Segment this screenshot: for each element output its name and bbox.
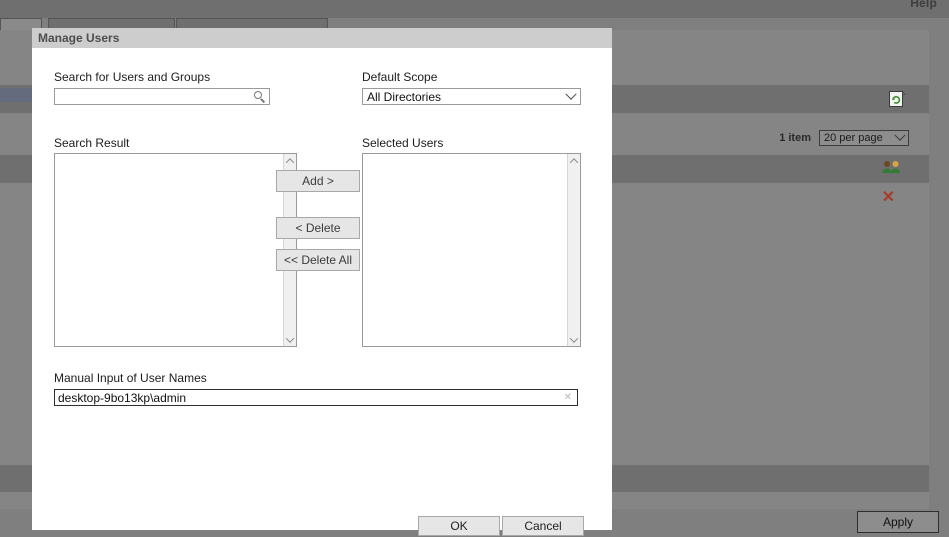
add-button[interactable]: Add > — [276, 170, 360, 192]
manual-input-field[interactable]: desktop-9bo13kp\admin ✕ — [54, 389, 578, 406]
search-input[interactable] — [54, 88, 270, 105]
chevron-down-icon — [565, 88, 577, 100]
clear-x-icon[interactable]: ✕ — [564, 392, 574, 403]
per-page-select[interactable]: 20 per page — [819, 129, 909, 146]
selected-users-listbox[interactable] — [362, 153, 581, 347]
chevron-down-icon — [894, 129, 906, 141]
background-top-bar — [0, 0, 949, 18]
background-selected-row[interactable] — [0, 88, 32, 102]
default-scope-select[interactable]: All Directories — [362, 88, 581, 105]
refresh-document-icon[interactable] — [889, 90, 906, 108]
manual-input-label: Manual Input of User Names — [54, 371, 207, 385]
cancel-button[interactable]: Cancel — [502, 516, 584, 536]
search-result-label: Search Result — [54, 136, 130, 150]
users-icon[interactable] — [881, 160, 903, 174]
search-result-items[interactable] — [55, 154, 283, 346]
item-count-label: 1 item — [779, 132, 811, 144]
selected-users-items[interactable] — [363, 154, 567, 346]
delete-icon[interactable]: ✕ — [882, 190, 895, 206]
dialog-body: Search for Users and Groups Default Scop… — [32, 48, 612, 536]
paging-controls: 1 item 20 per page — [779, 129, 909, 146]
per-page-value: 20 per page — [824, 132, 883, 144]
default-scope-value: All Directories — [367, 89, 442, 104]
ok-button[interactable]: OK — [418, 516, 500, 536]
help-link[interactable]: Help — [910, 0, 937, 10]
scroll-up-icon[interactable] — [568, 154, 580, 167]
dialog-title: Manage Users — [38, 31, 120, 45]
delete-button[interactable]: < Delete — [276, 217, 360, 239]
delete-all-button[interactable]: << Delete All — [276, 249, 360, 271]
scroll-up-icon[interactable] — [284, 154, 296, 167]
manage-users-dialog: Manage Users Search for Users and Groups… — [32, 28, 612, 536]
selected-users-scrollbar[interactable] — [567, 154, 580, 346]
manual-input-value: desktop-9bo13kp\admin — [58, 390, 187, 405]
selected-users-label: Selected Users — [362, 136, 444, 150]
apply-button[interactable]: Apply — [857, 511, 939, 533]
scope-label: Default Scope — [362, 70, 438, 84]
search-result-listbox[interactable] — [54, 153, 297, 347]
scroll-down-icon[interactable] — [284, 333, 296, 346]
scroll-down-icon[interactable] — [568, 333, 580, 346]
search-icon[interactable] — [254, 90, 266, 103]
dialog-title-bar: Manage Users — [32, 28, 612, 48]
search-label: Search for Users and Groups — [54, 70, 211, 84]
